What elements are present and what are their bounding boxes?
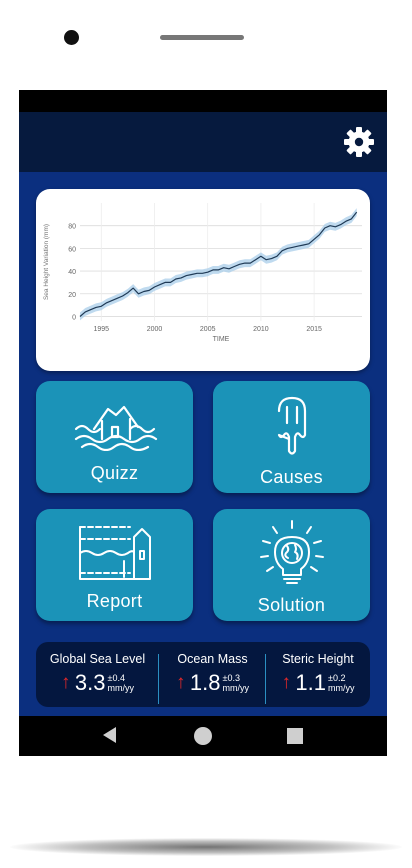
y-axis-label: Sea Height Variation (mm) — [43, 224, 50, 300]
x-tick-label: 2000 — [147, 326, 163, 333]
stat-uncertainty: ±0.3 — [222, 673, 240, 683]
sea-level-stats-panel: Global Sea Level ↑ 3.3 ±0.4 mm/yy Ocean Ma… — [36, 642, 370, 707]
stat-value: 1.1 — [295, 670, 327, 695]
device-shadow — [10, 838, 402, 856]
y-tick-label: 20 — [68, 292, 76, 299]
status-bar — [19, 90, 387, 112]
stat-unit: mm/yy — [328, 683, 355, 693]
stat-uncertainty: ±0.4 — [107, 673, 125, 683]
causes-label: Causes — [260, 467, 323, 487]
main-content: 0 20 40 60 80 1995 2000 2005 2010 2015 TIME Sea Hei… — [19, 172, 387, 716]
steric-height-stat[interactable]: Steric Height ↑ 1.1 ±0.2 mm/yy — [266, 642, 370, 707]
stat-unit: mm/yy — [222, 683, 250, 693]
earpiece-speaker — [160, 35, 244, 40]
sea-level-line — [79, 211, 358, 317]
arrow-up-icon: ↑ — [175, 672, 186, 693]
gear-icon[interactable] — [343, 126, 375, 158]
stat-title: Global Sea Level — [49, 652, 146, 666]
x-axis-label: TIME — [213, 336, 230, 343]
app-bar — [19, 112, 387, 172]
stat-title: Steric Height — [282, 652, 354, 666]
y-tick-label: 0 — [72, 314, 76, 321]
stat-unit: mm/yy — [107, 683, 135, 693]
melting-popsicle-icon — [277, 396, 307, 455]
quizz-button[interactable]: Quizz — [36, 381, 193, 493]
global-sea-level-stat[interactable]: Global Sea Level ↑ 3.3 ±0.4 mm/yy — [36, 642, 159, 707]
ocean-mass-stat[interactable]: Ocean Mass ↑ 1.8 ±0.3 mm/yy — [159, 642, 266, 707]
back-icon[interactable] — [103, 727, 116, 743]
stat-value: 3.3 — [74, 670, 106, 695]
stat-value: 1.8 — [189, 670, 221, 695]
system-navigation-bar — [19, 716, 387, 756]
recent-apps-icon[interactable] — [287, 728, 303, 744]
sea-level-chart-card[interactable]: 0 20 40 60 80 1995 2000 2005 2010 2015 TIME Sea Hei… — [36, 189, 370, 371]
stat-title: Ocean Mass — [177, 652, 248, 666]
front-camera — [64, 30, 79, 45]
solution-label: Solution — [257, 595, 326, 615]
x-tick-label: 1995 — [93, 326, 109, 333]
causes-button[interactable]: Causes — [213, 381, 370, 493]
home-icon[interactable] — [194, 727, 212, 745]
phone-screen: 0 20 40 60 80 1995 2000 2005 2010 2015 TIME Sea Hei… — [19, 90, 387, 756]
arrow-up-icon: ↑ — [281, 672, 291, 693]
report-label: Report — [86, 591, 143, 611]
quizz-label: Quizz — [90, 463, 139, 483]
report-button[interactable]: Report — [36, 509, 193, 621]
solution-button[interactable]: Solution — [213, 509, 370, 621]
x-tick-label: 2005 — [200, 326, 216, 333]
y-tick-label: 60 — [68, 246, 76, 253]
stat-uncertainty: ±0.2 — [328, 673, 346, 683]
sea-level-chart: 0 20 40 60 80 1995 2000 2005 2010 2015 TIME Sea Hei… — [43, 203, 362, 343]
arrow-up-icon: ↑ — [60, 672, 71, 693]
x-tick-label: 2015 — [306, 326, 322, 333]
flooded-house-icon — [74, 405, 158, 451]
uncertainty-band — [80, 208, 357, 321]
y-tick-label: 80 — [68, 224, 76, 231]
flood-level-building-icon — [79, 526, 151, 580]
x-tick-label: 2010 — [253, 326, 269, 333]
globe-lightbulb-icon — [260, 520, 324, 584]
y-tick-label: 40 — [68, 269, 76, 276]
